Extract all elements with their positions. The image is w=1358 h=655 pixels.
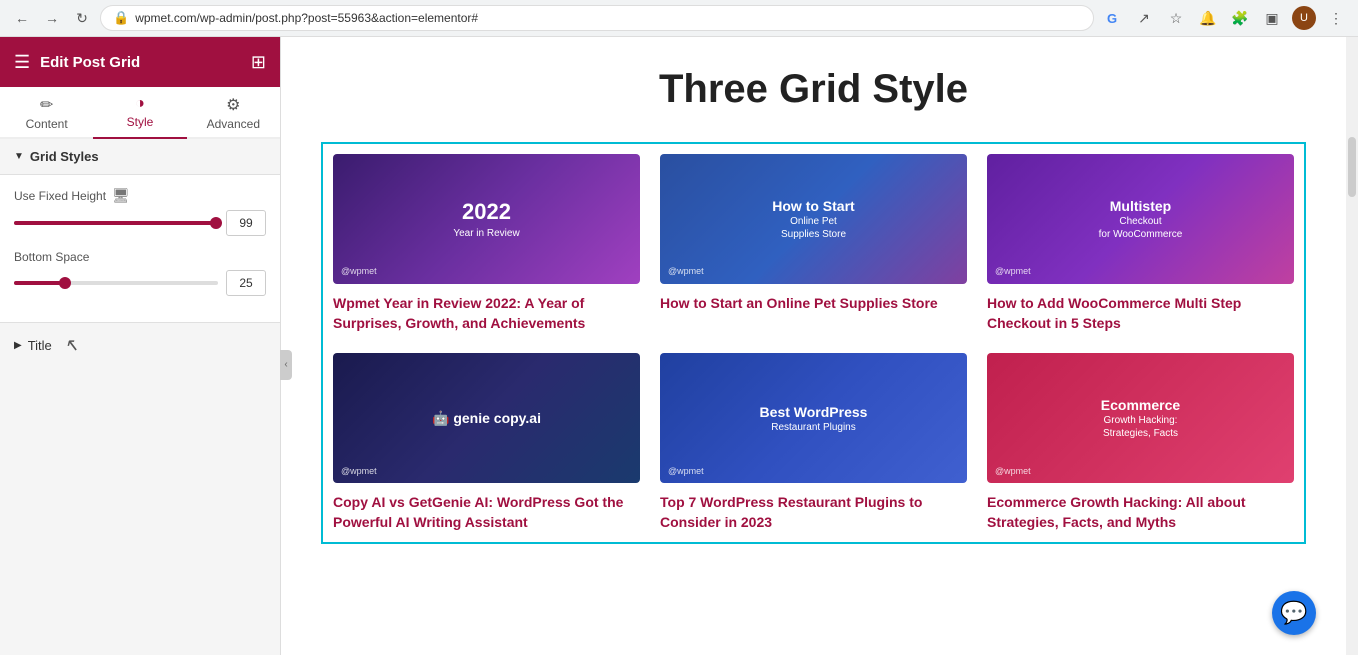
advanced-tab-icon: ⚙ xyxy=(226,95,240,115)
sidebar-title: Edit Post Grid xyxy=(40,54,140,71)
tab-style[interactable]: ◑ Style xyxy=(93,87,186,139)
extension-icon[interactable]: 🧩 xyxy=(1228,6,1252,30)
post-title-1[interactable]: Wpmet Year in Review 2022: A Year of Sur… xyxy=(333,294,640,333)
bookmark-icon[interactable]: ☆ xyxy=(1164,6,1188,30)
use-fixed-height-row: Use Fixed Height 🖥 99 xyxy=(14,187,266,236)
style-tab-icon: ◑ xyxy=(135,95,145,113)
post-image-5: Best WordPressRestaurant Plugins@wpmet xyxy=(660,353,967,483)
post-card-5: Best WordPressRestaurant Plugins@wpmet To… xyxy=(660,353,967,532)
post-image-overlay-1: 2022Year in Review@wpmet xyxy=(333,154,640,284)
back-button[interactable]: ← xyxy=(10,6,34,30)
post-grid: 2022Year in Review@wpmet Wpmet Year in Re… xyxy=(321,142,1306,544)
fixed-height-slider-thumb[interactable] xyxy=(210,217,222,229)
post-title-6[interactable]: Ecommerce Growth Hacking: All about Stra… xyxy=(987,493,1294,532)
main-content: Three Grid Style 2022Year in Review@wpme… xyxy=(281,37,1346,655)
bottom-space-row: Bottom Space 25 xyxy=(14,250,266,296)
post-image-2: How to StartOnline PetSupplies Store@wpm… xyxy=(660,154,967,284)
title-label: Title xyxy=(28,338,52,353)
title-arrow: ▶ xyxy=(14,340,22,351)
post-image-overlay-3: MultistepCheckoutfor WooCommerce@wpmet xyxy=(987,154,1294,284)
controls-area: Use Fixed Height 🖥 99 Bottom Space xyxy=(0,175,280,323)
url-text: wpmet.com/wp-admin/post.php?post=55963&a… xyxy=(135,11,478,25)
page-heading: Three Grid Style xyxy=(321,67,1306,112)
post-card-6: EcommerceGrowth Hacking:Strategies, Fact… xyxy=(987,353,1294,532)
share-icon[interactable]: ↗ xyxy=(1132,6,1156,30)
menu-icon[interactable]: ⋮ xyxy=(1324,6,1348,30)
post-image-6: EcommerceGrowth Hacking:Strategies, Fact… xyxy=(987,353,1294,483)
post-card-3: MultistepCheckoutfor WooCommerce@wpmet Ho… xyxy=(987,154,1294,333)
browser-icons: G ↗ ☆ 🔔 🧩 ▣ U ⋮ xyxy=(1100,6,1348,30)
grid-apps-icon[interactable]: ⊞ xyxy=(251,52,266,73)
page-wrapper: ← → ↻ 🔒 wpmet.com/wp-admin/post.php?post… xyxy=(0,0,1358,655)
post-image-3: MultistepCheckoutfor WooCommerce@wpmet xyxy=(987,154,1294,284)
tab-advanced[interactable]: ⚙ Advanced xyxy=(187,87,280,139)
scrollbar-thumb[interactable] xyxy=(1348,137,1356,197)
google-icon[interactable]: G xyxy=(1100,6,1124,30)
post-image-overlay-4: 🤖 genie copy.ai@wpmet xyxy=(333,353,640,483)
grid-styles-label: Grid Styles xyxy=(30,149,99,164)
sidebar: ☰ Edit Post Grid ⊞ ✏ Content ◑ Style ⚙ A… xyxy=(0,37,281,655)
bottom-space-slider-row: 25 xyxy=(14,270,266,296)
sidebar-header-left: ☰ Edit Post Grid xyxy=(14,52,140,73)
tab-content[interactable]: ✏ Content xyxy=(0,87,93,139)
style-tab-label: Style xyxy=(127,115,154,129)
bottom-space-slider-thumb[interactable] xyxy=(59,277,71,289)
fab-button[interactable]: 💬 xyxy=(1272,591,1316,635)
bottom-space-label: Bottom Space xyxy=(14,250,266,264)
content-tab-label: Content xyxy=(26,117,68,131)
notification-icon[interactable]: 🔔 xyxy=(1196,6,1220,30)
grid-styles-arrow: ▼ xyxy=(14,151,24,162)
post-title-5[interactable]: Top 7 WordPress Restaurant Plugins to Co… xyxy=(660,493,967,532)
grid-styles-section[interactable]: ▼ Grid Styles xyxy=(0,139,280,175)
fixed-height-slider-row: 99 xyxy=(14,210,266,236)
advanced-tab-label: Advanced xyxy=(207,117,260,131)
content-area: ☰ Edit Post Grid ⊞ ✏ Content ◑ Style ⚙ A… xyxy=(0,37,1358,655)
post-card-4: 🤖 genie copy.ai@wpmet Copy AI vs GetGenie… xyxy=(333,353,640,532)
post-image-4: 🤖 genie copy.ai@wpmet xyxy=(333,353,640,483)
post-title-4[interactable]: Copy AI vs GetGenie AI: WordPress Got th… xyxy=(333,493,640,532)
hamburger-icon[interactable]: ☰ xyxy=(14,52,30,73)
avatar[interactable]: U xyxy=(1292,6,1316,30)
fixed-height-slider-fill xyxy=(14,221,216,225)
browser-chrome: ← → ↻ 🔒 wpmet.com/wp-admin/post.php?post… xyxy=(0,0,1358,37)
monitor-icon: 🖥 xyxy=(112,187,130,204)
bottom-space-slider-fill xyxy=(14,281,65,285)
bottom-space-slider[interactable] xyxy=(14,281,218,285)
scrollbar[interactable] xyxy=(1346,37,1358,655)
post-image-overlay-5: Best WordPressRestaurant Plugins@wpmet xyxy=(660,353,967,483)
post-card-2: How to StartOnline PetSupplies Store@wpm… xyxy=(660,154,967,333)
bottom-space-text: Bottom Space xyxy=(14,250,89,264)
fixed-height-value[interactable]: 99 xyxy=(226,210,266,236)
use-fixed-height-label: Use Fixed Height 🖥 xyxy=(14,187,266,204)
post-image-overlay-2: How to StartOnline PetSupplies Store@wpm… xyxy=(660,154,967,284)
tabs: ✏ Content ◑ Style ⚙ Advanced xyxy=(0,87,280,139)
heading-normal-text: Grid Style xyxy=(779,67,968,111)
address-bar[interactable]: 🔒 wpmet.com/wp-admin/post.php?post=55963… xyxy=(100,5,1094,31)
post-title-3[interactable]: How to Add WooCommerce Multi Step Checko… xyxy=(987,294,1294,333)
fixed-height-slider[interactable] xyxy=(14,221,218,225)
cursor-hint: ↖ xyxy=(64,335,79,356)
sidebar-header: ☰ Edit Post Grid ⊞ xyxy=(0,37,280,87)
bottom-space-value[interactable]: 25 xyxy=(226,270,266,296)
collapse-handle[interactable]: ‹ xyxy=(280,350,292,380)
use-fixed-height-text: Use Fixed Height xyxy=(14,189,106,203)
forward-button[interactable]: → xyxy=(40,6,64,30)
refresh-button[interactable]: ↻ xyxy=(70,6,94,30)
post-image-overlay-6: EcommerceGrowth Hacking:Strategies, Fact… xyxy=(987,353,1294,483)
window-icon[interactable]: ▣ xyxy=(1260,6,1284,30)
content-tab-icon: ✏ xyxy=(40,95,53,115)
post-image-1: 2022Year in Review@wpmet xyxy=(333,154,640,284)
post-card-1: 2022Year in Review@wpmet Wpmet Year in Re… xyxy=(333,154,640,333)
heading-bold: Three xyxy=(659,67,768,111)
post-title-2[interactable]: How to Start an Online Pet Supplies Stor… xyxy=(660,294,967,314)
title-section[interactable]: ▶ Title ↖ xyxy=(0,323,280,368)
